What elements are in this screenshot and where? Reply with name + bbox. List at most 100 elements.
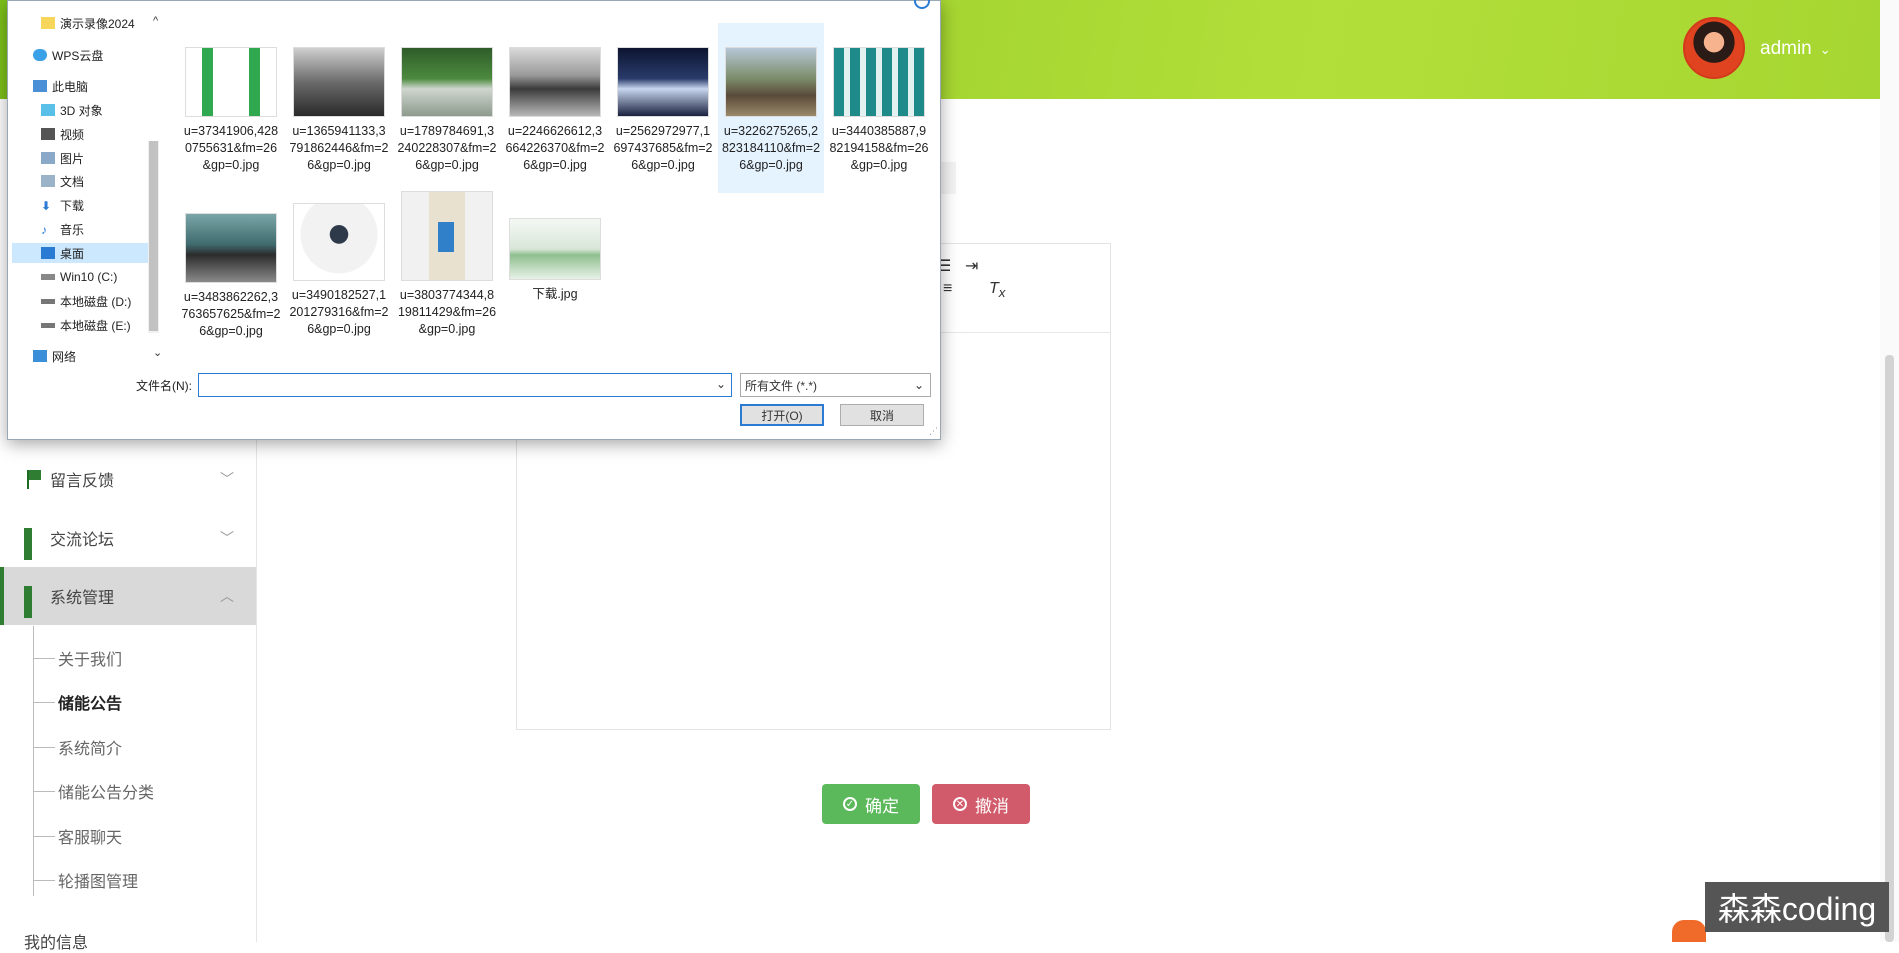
picture-icon [41, 152, 55, 164]
scrollbar-thumb[interactable] [1885, 355, 1894, 942]
filetype-value: 所有文件 (*.*) [745, 378, 818, 393]
tree-label: 演示录像2024 [60, 16, 135, 31]
check-icon: ✓ [843, 797, 857, 811]
scrollbar-thumb[interactable] [149, 141, 158, 331]
image-thumbnail [185, 213, 277, 283]
submenu-item-chat[interactable]: 客服聊天 [33, 816, 253, 856]
file-name: u=2562972977,1697437685&fm=26&gp=0.jpg [613, 124, 713, 172]
align-icon[interactable]: ≡ [943, 280, 952, 298]
desktop-icon [41, 247, 55, 259]
file-item[interactable]: u=37341906,4280755631&fm=26&gp=0.jpg [178, 47, 284, 212]
chevron-up-icon: ︿ [220, 588, 234, 604]
tree-item-documents[interactable]: 文档 [41, 171, 84, 191]
tree-label: 本地磁盘 (E:) [60, 318, 131, 333]
chevron-down-icon[interactable]: ⌄ [716, 377, 726, 391]
file-name: u=1789784691,3240228307&fm=26&gp=0.jpg [397, 124, 497, 172]
file-name: u=1365941133,3791862446&fm=26&gp=0.jpg [289, 124, 389, 172]
file-item[interactable]: u=2562972977,1697437685&fm=26&gp=0.jpg [610, 47, 716, 212]
username-label: admin [1760, 38, 1812, 59]
cloud-icon [33, 49, 47, 61]
sidebar-item-label: 系统管理 [50, 590, 115, 607]
tree-item-desktop[interactable]: 桌面 [12, 243, 148, 263]
tree-item-downloads[interactable]: ⬇ 下载 [41, 195, 84, 215]
filetype-select[interactable]: 所有文件 (*.*) ⌄ [740, 373, 931, 397]
file-item[interactable]: u=3490182527,1201279316&fm=26&gp=0.jpg [286, 203, 392, 368]
file-name: u=37341906,4280755631&fm=26&gp=0.jpg [183, 124, 279, 172]
tree-item-this-pc[interactable]: 此电脑 [33, 76, 88, 96]
image-thumbnail [725, 47, 817, 117]
submenu-label: 系统简介 [58, 741, 123, 758]
user-avatar[interactable] [1683, 17, 1745, 79]
user-menu[interactable]: admin ⌄ [1760, 38, 1831, 60]
file-item[interactable]: u=3226275265,2823184110&fm=26&gp=0.jpg [718, 23, 824, 193]
filename-input[interactable] [198, 373, 732, 397]
sidebar-item-forum[interactable]: 交流论坛 ﹀ [0, 509, 256, 567]
file-name: u=3483862262,3763657625&fm=26&gp=0.jpg [181, 290, 281, 338]
submenu-item-notice-category[interactable]: 储能公告分类 [33, 771, 253, 811]
file-item[interactable]: u=1365941133,3791862446&fm=26&gp=0.jpg [286, 47, 392, 212]
chevron-up-icon[interactable]: ^ [153, 15, 158, 27]
file-item[interactable]: u=3440385887,982194158&fm=26&gp=0.jpg [826, 47, 932, 212]
page-scrollbar[interactable] [1880, 0, 1899, 942]
document-icon [41, 175, 55, 187]
help-icon[interactable] [914, 0, 930, 9]
confirm-label: 确定 [865, 796, 899, 816]
file-item[interactable]: u=1789784691,3240228307&fm=26&gp=0.jpg [394, 47, 500, 212]
tree-label: 3D 对象 [60, 103, 103, 118]
decoration [1672, 920, 1706, 942]
confirm-button[interactable]: ✓ 确定 [822, 784, 920, 824]
tree-item-drive-d[interactable]: 本地磁盘 (D:) [41, 291, 131, 311]
image-thumbnail [293, 203, 385, 281]
cancel-label: 撤消 [975, 796, 1009, 816]
image-thumbnail [833, 47, 925, 117]
file-item[interactable]: 下载.jpg [502, 218, 608, 383]
tree-item-pictures[interactable]: 图片 [41, 148, 84, 168]
clear-format-icon[interactable]: Tx [989, 280, 1005, 300]
sidebar-item-feedback[interactable]: 留言反馈 ﹀ [0, 450, 256, 508]
music-icon: ♪ [41, 223, 47, 237]
grid-icon [24, 528, 44, 560]
tree-label: Win10 (C:) [60, 270, 118, 284]
folder-icon [41, 17, 55, 29]
tree-label: WPS云盘 [52, 48, 104, 63]
tree-item-network[interactable]: 网络 [33, 346, 76, 366]
close-icon: ✕ [953, 797, 967, 811]
file-item[interactable]: u=3803774344,819811429&fm=26&gp=0.jpg [394, 191, 500, 356]
tree-scrollbar[interactable] [148, 141, 159, 333]
image-thumbnail [617, 47, 709, 117]
drive-icon [41, 322, 55, 328]
submenu-item-notice[interactable]: 储能公告 [33, 682, 253, 722]
tree-item-recordings[interactable]: 演示录像2024 [41, 13, 135, 33]
dialog-cancel-button[interactable]: 取消 [840, 404, 924, 426]
file-grid: u=37341906,4280755631&fm=26&gp=0.jpg u=1… [178, 13, 938, 363]
tree-item-3d-objects[interactable]: 3D 对象 [41, 100, 103, 120]
tree-label: 网络 [52, 349, 77, 364]
submenu-item-carousel[interactable]: 轮播图管理 [33, 860, 253, 900]
chevron-down-icon: ﹀ [220, 471, 234, 487]
drive-icon [41, 274, 55, 280]
submenu-item-about[interactable]: 关于我们 [33, 638, 253, 678]
drive-icon [41, 298, 55, 304]
file-item[interactable]: u=3483862262,3763657625&fm=26&gp=0.jpg [178, 213, 284, 378]
chevron-down-icon: ﹀ [220, 530, 234, 546]
image-thumbnail [401, 47, 493, 117]
submenu-label: 储能公告分类 [58, 785, 155, 802]
sidebar-item-label: 交流论坛 [50, 532, 115, 549]
tree-item-drive-e[interactable]: 本地磁盘 (E:) [41, 315, 131, 335]
tree-item-wps-cloud[interactable]: WPS云盘 [33, 45, 103, 65]
tree-item-music[interactable]: ♪ 音乐 [41, 219, 84, 239]
tree-item-videos[interactable]: 视频 [41, 124, 84, 144]
sidebar-item-system[interactable]: 系统管理 ︿ [0, 567, 256, 625]
file-name: 下载.jpg [532, 287, 578, 301]
file-item[interactable]: u=2246626612,3664226370&fm=26&gp=0.jpg [502, 47, 608, 212]
chevron-down-icon[interactable]: ⌄ [153, 346, 162, 359]
tree-label: 桌面 [60, 246, 85, 261]
submenu-item-intro[interactable]: 系统简介 [33, 727, 253, 767]
sidebar-item-my-info[interactable]: 我的信息 [24, 929, 88, 953]
open-button[interactable]: 打开(O) [740, 404, 824, 426]
resize-grip-icon[interactable]: ⋰ [929, 426, 938, 437]
indent-icon[interactable]: ⇥ [965, 256, 978, 276]
cancel-button[interactable]: ✕ 撤消 [932, 784, 1030, 824]
tree-item-drive-c[interactable]: Win10 (C:) [41, 267, 117, 287]
file-name: u=3226275265,2823184110&fm=26&gp=0.jpg [721, 124, 821, 172]
